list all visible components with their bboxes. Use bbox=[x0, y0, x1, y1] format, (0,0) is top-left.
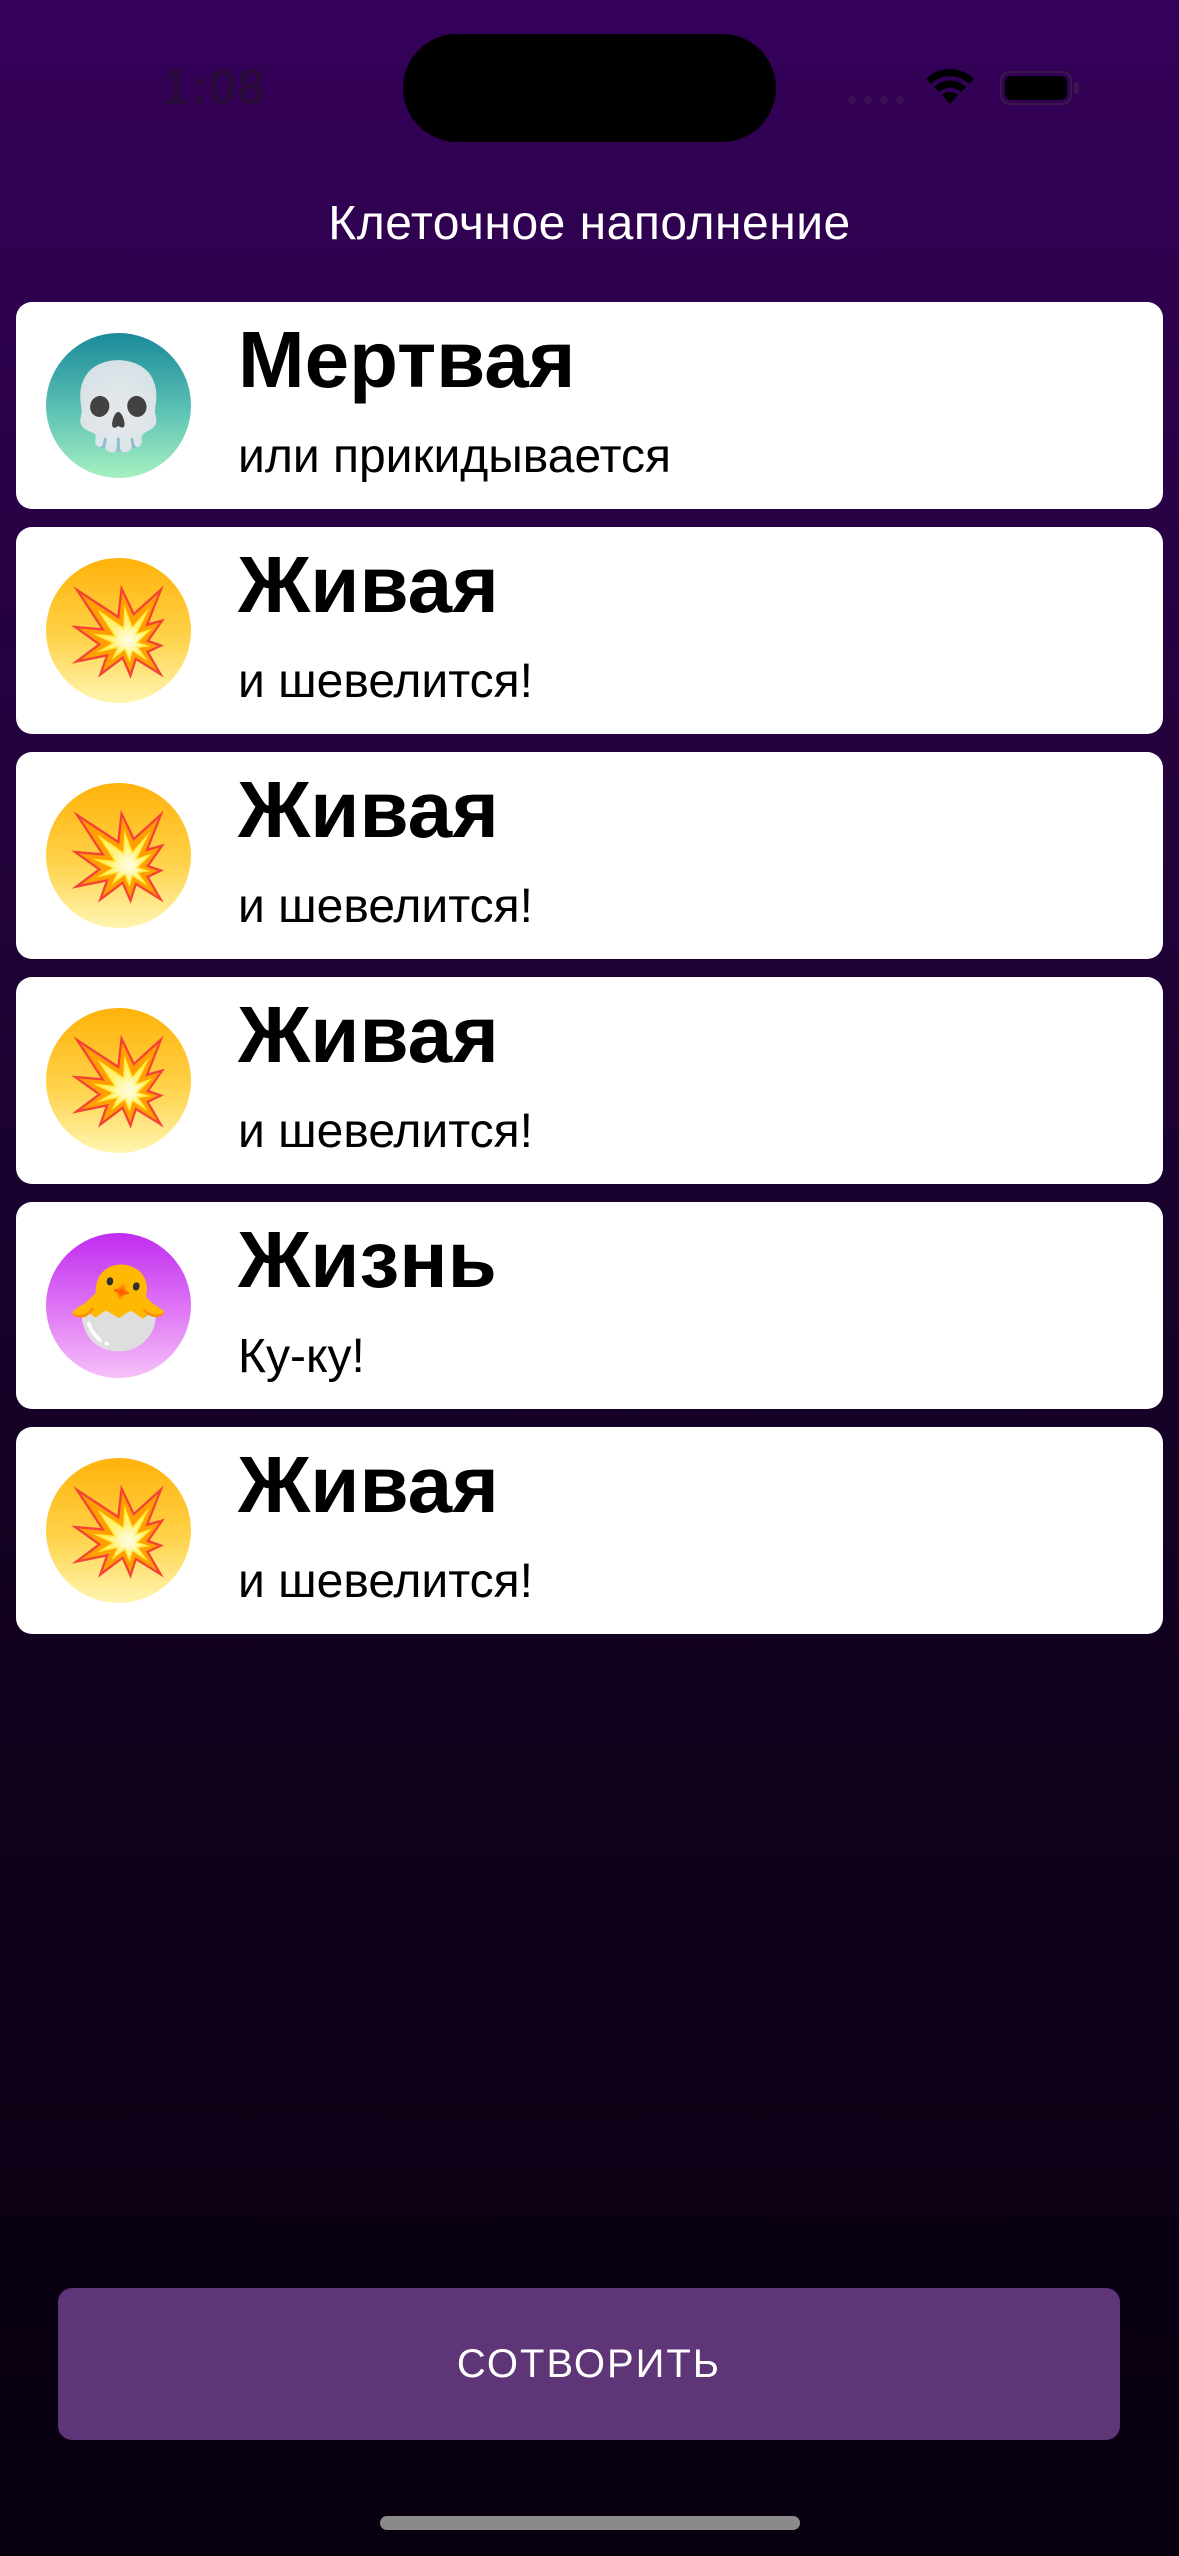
cell-title: Жизнь bbox=[238, 1215, 497, 1304]
page-title: Клеточное наполнение bbox=[328, 197, 851, 250]
cellular-signal-icon bbox=[848, 96, 904, 104]
status-bar: 1:08 bbox=[0, 0, 1179, 180]
cell-row-alive[interactable]: 💥 Живая и шевелится! bbox=[16, 1427, 1163, 1634]
explosion-icon: 💥 bbox=[46, 558, 191, 703]
cell-subtitle: Ку-ку! bbox=[238, 1330, 365, 1383]
cell-row-alive[interactable]: 💥 Живая и шевелится! bbox=[16, 527, 1163, 734]
cell-title: Живая bbox=[238, 990, 499, 1079]
cell-subtitle: и шевелится! bbox=[238, 1105, 534, 1158]
skull-icon: 💀 bbox=[46, 333, 191, 478]
cell-list: 💀 Мертвая или прикидывается 💥 Живая и ше… bbox=[16, 302, 1163, 1634]
status-time: 1:08 bbox=[162, 59, 267, 115]
cell-row-dead[interactable]: 💀 Мертвая или прикидывается bbox=[16, 302, 1163, 509]
battery-icon bbox=[1000, 71, 1079, 105]
explosion-icon: 💥 bbox=[46, 1458, 191, 1603]
cell-subtitle: и шевелится! bbox=[238, 1555, 534, 1608]
cell-subtitle: или прикидывается bbox=[238, 430, 671, 483]
cell-row-life[interactable]: 🐣 Жизнь Ку-ку! bbox=[16, 1202, 1163, 1409]
cell-title: Живая bbox=[238, 540, 499, 629]
home-indicator[interactable] bbox=[380, 2516, 800, 2530]
explosion-icon: 💥 bbox=[46, 1008, 191, 1153]
cell-title: Живая bbox=[238, 765, 499, 854]
explosion-icon: 💥 bbox=[46, 783, 191, 928]
dynamic-island bbox=[403, 34, 776, 142]
create-button[interactable]: СОТВОРИТЬ bbox=[58, 2288, 1120, 2440]
cell-subtitle: и шевелится! bbox=[238, 880, 534, 933]
cell-row-alive[interactable]: 💥 Живая и шевелится! bbox=[16, 977, 1163, 1184]
cell-title: Живая bbox=[238, 1440, 499, 1529]
cell-subtitle: и шевелится! bbox=[238, 655, 534, 708]
cell-title: Мертвая bbox=[238, 315, 576, 404]
cell-row-alive[interactable]: 💥 Живая и шевелится! bbox=[16, 752, 1163, 959]
wifi-icon bbox=[926, 69, 974, 104]
hatching-chick-icon: 🐣 bbox=[46, 1233, 191, 1378]
